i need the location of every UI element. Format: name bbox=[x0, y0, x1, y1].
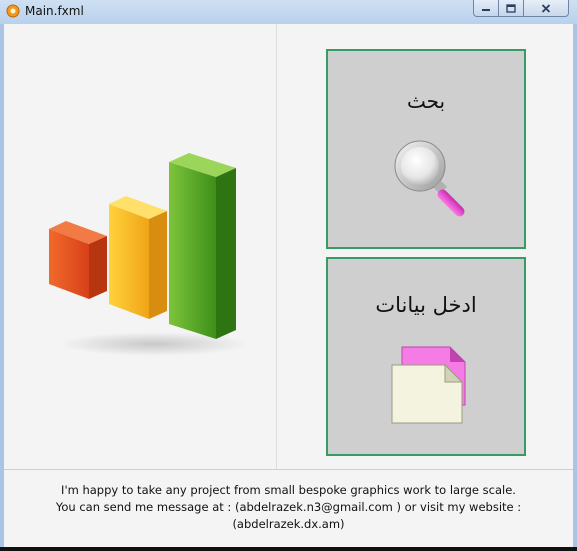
minimize-button[interactable] bbox=[473, 0, 499, 17]
footer: I'm happy to take any project from small… bbox=[4, 482, 573, 533]
search-label: بحث bbox=[406, 89, 446, 113]
search-button[interactable]: بحث bbox=[326, 49, 526, 249]
maximize-button[interactable] bbox=[499, 0, 524, 17]
window-title: Main.fxml bbox=[25, 4, 84, 18]
close-icon bbox=[541, 3, 551, 13]
red-bar bbox=[49, 221, 107, 299]
title-bar[interactable]: Main.fxml bbox=[0, 0, 577, 24]
maximize-icon bbox=[506, 3, 516, 13]
app-window: Main.fxml بحث ادخل بيانات I'm happy to t… bbox=[0, 0, 577, 551]
documents-icon bbox=[391, 346, 466, 424]
footer-divider bbox=[4, 469, 573, 470]
minimize-icon bbox=[482, 9, 490, 11]
data-entry-label: ادخل بيانات bbox=[375, 293, 477, 317]
data-entry-button[interactable]: ادخل بيانات bbox=[326, 257, 526, 456]
app-icon bbox=[6, 4, 20, 18]
footer-line-2: You can send me message at : (abdelrazek… bbox=[55, 500, 522, 531]
bar-chart-icon bbox=[49, 153, 244, 356]
green-bar bbox=[169, 153, 236, 339]
window-bottom-edge bbox=[0, 547, 577, 551]
close-button[interactable] bbox=[524, 0, 569, 17]
main-content: بحث ادخل بيانات I'm happy to take any pr… bbox=[4, 24, 573, 547]
yellow-bar bbox=[109, 196, 167, 319]
footer-line-1: I'm happy to take any project from small… bbox=[61, 483, 516, 497]
vertical-divider bbox=[276, 24, 277, 469]
magnifier-icon bbox=[394, 140, 465, 217]
window-controls bbox=[473, 0, 569, 17]
